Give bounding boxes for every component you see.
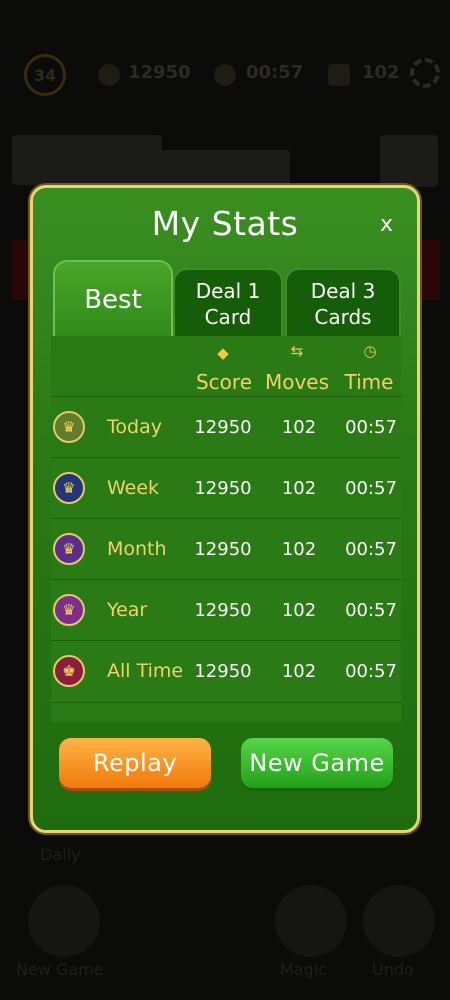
row-moves: 102	[281, 539, 317, 560]
column-moves: Moves	[264, 370, 330, 394]
new-game-button[interactable]: New Game	[241, 738, 393, 788]
waste-cards	[160, 150, 290, 190]
row-moves: 102	[281, 417, 317, 438]
undo-bg-label: Undo	[372, 960, 414, 979]
score-icon	[98, 64, 120, 86]
moves-icon	[328, 64, 350, 86]
stats-row-year: ♛ Year 12950 102 00:57	[51, 579, 401, 641]
row-score: 12950	[194, 417, 252, 438]
crown-icon: ♛	[53, 594, 85, 626]
row-time: 00:57	[345, 600, 397, 621]
stats-dialog: My Stats x Best Deal 1 Card Deal 3 Cards ◆…	[30, 185, 420, 833]
stats-row-today: ♛ Today 12950 102 00:57	[51, 396, 401, 458]
new-game-bg-button	[28, 885, 100, 957]
tab-deal-1-line2: Card	[204, 305, 252, 329]
recycle-icon	[380, 135, 438, 187]
ribbon-right	[420, 240, 440, 300]
row-label: Week	[107, 477, 160, 499]
undo-bg-button	[363, 885, 435, 957]
gear-icon[interactable]	[410, 58, 440, 88]
row-time: 00:57	[345, 478, 397, 499]
row-score: 12950	[194, 661, 252, 682]
stats-row-week: ♛ Week 12950 102 00:57	[51, 457, 401, 519]
new-game-bg-label: New Game	[16, 960, 104, 979]
row-label: Today	[107, 416, 162, 438]
tab-deal-3-line2: Cards	[314, 305, 372, 329]
dialog-title: My Stats	[151, 204, 299, 243]
timer-display: 00:57	[246, 62, 304, 83]
magic-bg-button	[275, 885, 347, 957]
arrows-swap-icon: ⇆	[290, 342, 304, 360]
row-score: 12950	[194, 600, 252, 621]
row-time: 00:57	[345, 539, 397, 560]
row-moves: 102	[281, 661, 317, 682]
crown-icon: ♛	[53, 472, 85, 504]
replay-button[interactable]: Replay	[59, 738, 211, 788]
clock-icon: ◷	[363, 342, 377, 360]
moves-display: 102	[362, 62, 400, 83]
row-label: All Time	[107, 660, 184, 682]
top-bar: 34 12950 00:57 102	[0, 40, 450, 110]
tab-best[interactable]: Best	[53, 260, 173, 338]
stock-cards	[12, 135, 162, 185]
crown-icon: ♛	[53, 411, 85, 443]
stats-row-month: ♛ Month 12950 102 00:57	[51, 518, 401, 580]
magic-bg-label: Magic	[280, 960, 328, 979]
column-time: Time	[344, 370, 394, 394]
tab-deal-1-card[interactable]: Deal 1 Card	[173, 268, 283, 338]
ribbon-left	[12, 240, 32, 300]
crown-icon: ♚	[53, 655, 85, 687]
row-score: 12950	[194, 478, 252, 499]
column-score: Score	[195, 370, 252, 394]
tab-deal-1-line1: Deal 1	[195, 279, 261, 303]
crown-icon: ♛	[53, 533, 85, 565]
daily-label: Daily	[40, 845, 81, 864]
close-button[interactable]: x	[380, 212, 393, 237]
tab-deal-3-line1: Deal 3	[310, 279, 376, 303]
level-badge: 34	[24, 54, 66, 96]
row-moves: 102	[281, 478, 317, 499]
row-label: Year	[107, 599, 148, 621]
diamond-icon: ◆	[217, 344, 229, 362]
timer-icon	[214, 64, 236, 86]
score-display: 12950	[128, 62, 191, 83]
row-score: 12950	[194, 539, 252, 560]
row-moves: 102	[281, 600, 317, 621]
row-label: Month	[107, 538, 167, 560]
stats-row-all-time: ♚ All Time 12950 102 00:57	[51, 640, 401, 703]
row-time: 00:57	[345, 417, 397, 438]
row-time: 00:57	[345, 661, 397, 682]
tab-deal-3-cards[interactable]: Deal 3 Cards	[285, 268, 401, 338]
